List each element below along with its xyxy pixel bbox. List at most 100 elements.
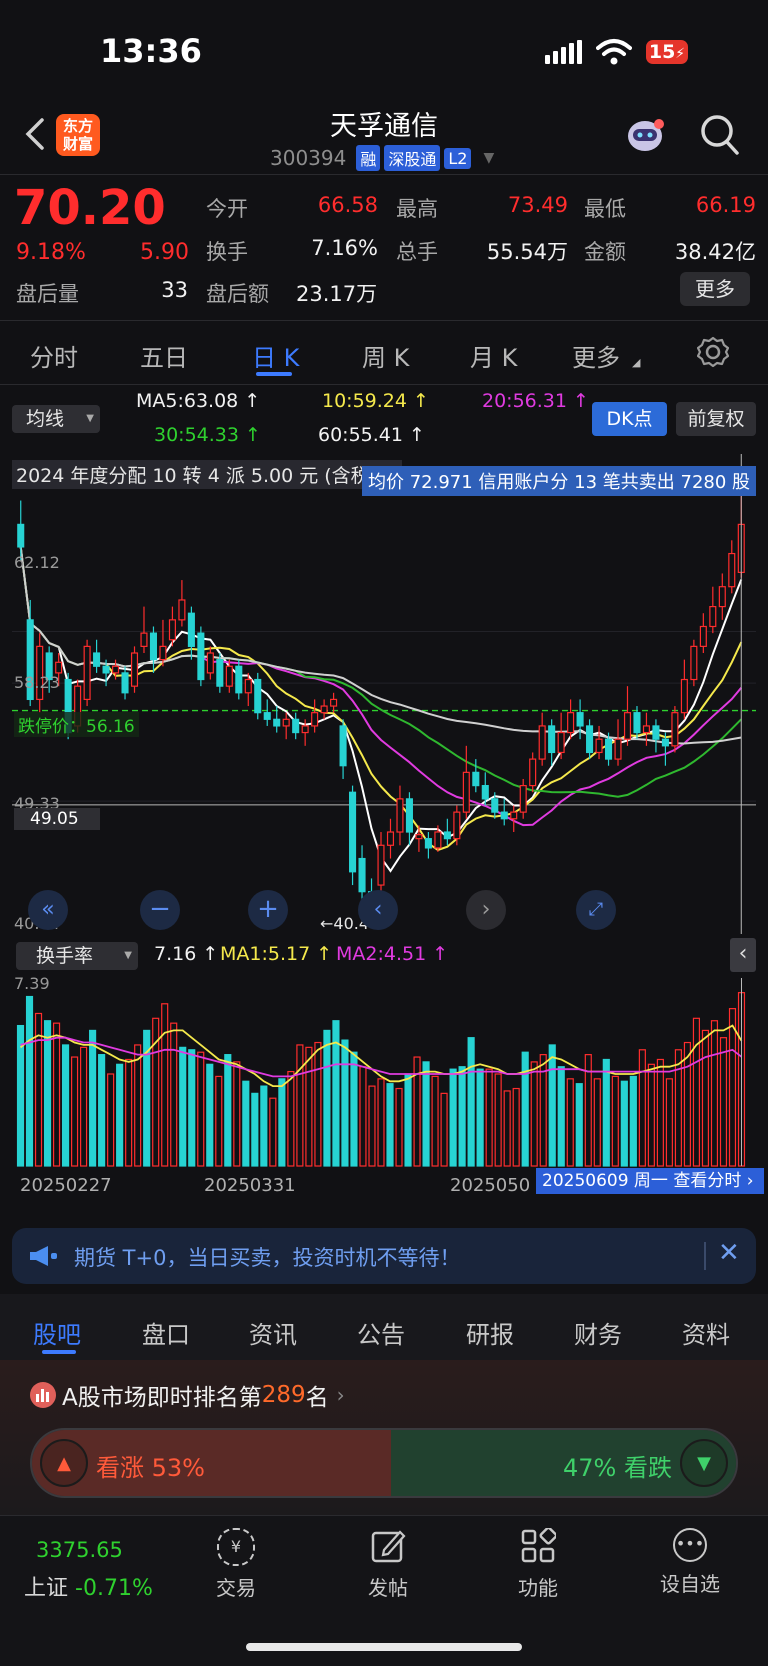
candle-body: [699, 625, 707, 647]
tab-financials[interactable]: 财务: [574, 1315, 622, 1350]
limit-down-label: 跌停价：56.16: [14, 712, 139, 737]
kline-chart[interactable]: [12, 454, 756, 934]
turnover-bar: [629, 1075, 637, 1167]
turnover-bar: [404, 1073, 412, 1167]
turnover-bar: [52, 1022, 61, 1167]
turnover-bar: [395, 1087, 403, 1167]
turnover-bar: [602, 1058, 610, 1167]
gear-icon[interactable]: [697, 336, 729, 368]
turnover-bar: [188, 1049, 196, 1167]
turnover-bar: [359, 1066, 367, 1167]
stock-code-row[interactable]: 300394 融 深股通 L2 ▼: [270, 145, 494, 171]
more-dots-icon: •••: [673, 1528, 707, 1562]
cursor-date-text: 20250609 周一 查看分时: [542, 1171, 742, 1191]
search-icon[interactable]: [700, 114, 740, 156]
nav-post[interactable]: 发帖: [358, 1528, 418, 1601]
collapse-panel-button[interactable]: ‹: [730, 938, 756, 972]
turnover-bar: [377, 1078, 385, 1167]
tab-research[interactable]: 研报: [466, 1315, 514, 1350]
chevron-right-icon: ›: [336, 1383, 345, 1407]
turnover-bar: [314, 1041, 322, 1167]
turnover-bar: [287, 1070, 295, 1167]
fullscreen-button[interactable]: ⤢: [576, 890, 616, 930]
turnover-bar: [593, 1078, 601, 1167]
turnover-bar: [296, 1044, 304, 1167]
tab-more-periods[interactable]: 更多: [572, 338, 620, 373]
zoom-fast-back-button[interactable]: «: [28, 890, 68, 930]
turnover-chart[interactable]: [12, 978, 756, 1168]
ranking-row[interactable]: A股市场即时排名第 289 名 ›: [30, 1378, 345, 1412]
forward-adjust-button[interactable]: 前复权: [676, 402, 756, 436]
ma-selector-label: 均线: [26, 408, 65, 430]
amount-label: 金额: [584, 240, 626, 264]
after-hours-volume-label: 盘后量: [16, 282, 79, 306]
candle-body: [424, 838, 432, 849]
nav-trade[interactable]: ¥ 交易: [206, 1528, 266, 1601]
close-icon[interactable]: ✕: [718, 1238, 740, 1268]
candle-body: [377, 844, 385, 886]
tab-order-book[interactable]: 盘口: [142, 1315, 190, 1350]
ma5-value: MA5:63.08 ↑: [136, 390, 261, 412]
tab-announcements[interactable]: 公告: [357, 1315, 405, 1350]
more-button[interactable]: 更多: [680, 272, 750, 306]
tab-profile[interactable]: 资料: [682, 1315, 730, 1350]
sentiment-bar[interactable]: ▲ 看涨 53% 47% 看跌 ▼: [30, 1428, 738, 1498]
index-row[interactable]: 上证 -0.71%: [24, 1570, 153, 1602]
candle-body: [405, 798, 413, 833]
dk-point-button[interactable]: DK点: [592, 402, 667, 436]
scroll-right-button[interactable]: ›: [466, 890, 506, 930]
candle-body: [500, 811, 508, 820]
candle-body: [576, 712, 584, 727]
candle-body: [519, 785, 527, 813]
tab-monthly-k[interactable]: 月 K: [470, 338, 517, 373]
tab-news[interactable]: 资讯: [249, 1315, 297, 1350]
zoom-in-button[interactable]: +: [248, 890, 288, 930]
bull-label: 看涨: [96, 1454, 144, 1482]
tab-five-day[interactable]: 五日: [140, 338, 188, 373]
turnover-bar: [674, 1049, 682, 1167]
candle-body: [453, 811, 461, 840]
indicator-label: 换手率: [36, 945, 94, 967]
candle-body: [510, 811, 518, 820]
ma30-line: [19, 546, 743, 798]
promo-notice[interactable]: 期货 T+0，当日买卖，投资时机不等待！ ✕: [12, 1228, 756, 1284]
zoom-out-button[interactable]: −: [140, 890, 180, 930]
scroll-left-button[interactable]: ‹: [358, 890, 398, 930]
dropdown-icon[interactable]: ▼: [483, 150, 494, 166]
edit-icon: [371, 1530, 406, 1563]
candle-body: [604, 738, 613, 760]
turnover-y-tick: 7.39: [14, 974, 50, 993]
bear-percent: 47%: [563, 1454, 617, 1482]
candle-body: [216, 659, 224, 687]
bull-button[interactable]: ▲: [40, 1439, 88, 1487]
ma-selector[interactable]: 均线 ▼: [12, 405, 100, 433]
robot-assistant-icon[interactable]: [624, 116, 666, 154]
ma10-value: 10:59.24 ↑: [322, 390, 429, 412]
indicator-selector[interactable]: 换手率 ▼: [16, 942, 138, 970]
candle-body: [728, 552, 736, 588]
candle-body: [690, 645, 698, 681]
turnover-bar: [422, 1061, 430, 1167]
dropdown-icon: ▼: [86, 413, 94, 424]
tab-forum[interactable]: 股吧: [33, 1315, 81, 1350]
candle-body: [282, 718, 290, 727]
nav-functions[interactable]: 功能: [508, 1526, 568, 1601]
tab-weekly-k[interactable]: 周 K: [362, 338, 409, 373]
turnover-bar: [503, 1090, 511, 1167]
candle-body: [548, 725, 556, 754]
turnover-bar: [89, 1029, 97, 1167]
index-change: -0.71%: [75, 1576, 153, 1601]
tab-intraday[interactable]: 分时: [30, 338, 78, 373]
stock-code: 300394: [270, 146, 347, 170]
tab-daily-k[interactable]: 日 K: [252, 338, 299, 373]
turnover-bar: [728, 1008, 737, 1167]
candle-body: [17, 523, 25, 548]
turnover-bar: [251, 1092, 259, 1167]
bear-button[interactable]: ▼: [680, 1439, 728, 1487]
cursor-date-label[interactable]: 20250609 周一 查看分时 ›: [536, 1168, 764, 1194]
y-tick-top: 62.12: [14, 553, 60, 572]
turnover-bar: [638, 1049, 646, 1167]
bull-percent: 53%: [151, 1454, 205, 1482]
turnover-bar: [206, 1063, 214, 1167]
nav-add-watchlist[interactable]: ••• 设自选: [650, 1528, 730, 1597]
